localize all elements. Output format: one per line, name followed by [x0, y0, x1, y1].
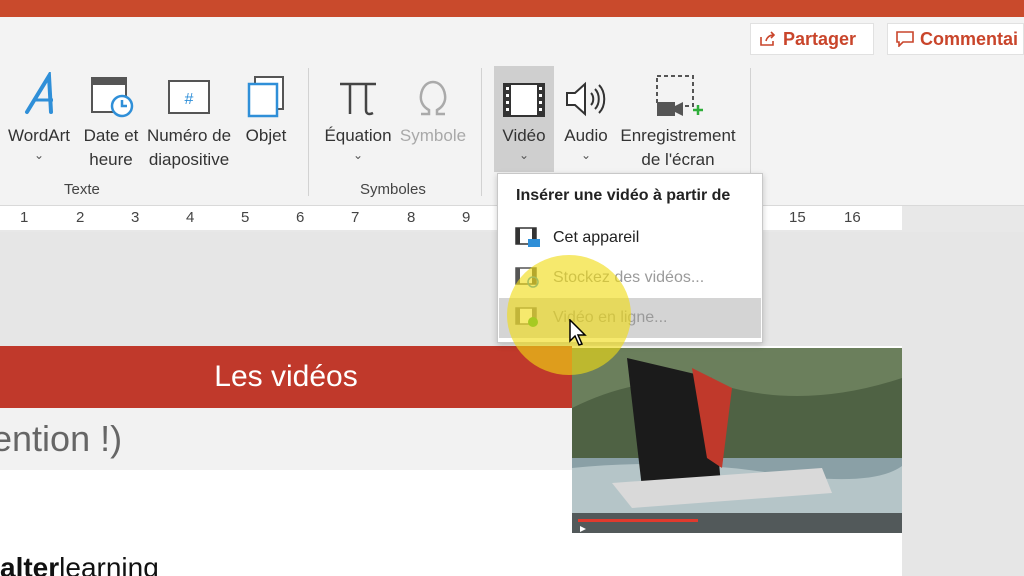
video-label: Vidéo [502, 126, 546, 145]
slide-number-label-1: Numéro de [146, 126, 232, 145]
group-separator [308, 68, 309, 196]
pi-icon [336, 68, 380, 118]
ruler-tick: 5 [241, 209, 250, 226]
calendar-clock-icon [88, 68, 134, 118]
ruler-tick: 4 [186, 209, 195, 226]
mouse-cursor-icon [569, 318, 589, 352]
horizontal-ruler: 1 2 3 4 5 6 7 8 9 15 16 [0, 206, 902, 230]
omega-icon [413, 68, 453, 118]
wordart-label: WordArt [7, 126, 71, 145]
object-label: Objet [245, 126, 287, 145]
ruler-tick: 8 [407, 209, 416, 226]
symbols-group-label: Symboles [360, 181, 426, 198]
ruler-tick: 1 [20, 209, 29, 226]
wordart-button[interactable]: WordArt ⌄ [0, 68, 78, 162]
date-time-label-1: Date et [83, 126, 139, 145]
ruler-tick: 9 [462, 209, 471, 226]
comments-label: Commentai [920, 28, 1019, 49]
screen-record-icon [653, 68, 703, 118]
ruler-tick: 6 [296, 209, 305, 226]
share-label: Partager [783, 28, 857, 49]
equation-label: Équation [324, 126, 392, 145]
dropdown-title: Insérer une vidéo à partir de [516, 187, 731, 204]
object-button[interactable]: Objet [240, 68, 292, 148]
wordart-icon [19, 68, 59, 118]
slide-subtitle: ention !) [0, 418, 123, 459]
svg-text:#: # [185, 91, 194, 108]
share-icon [759, 31, 777, 47]
ruler-tick: 16 [844, 209, 861, 226]
device-film-icon [515, 227, 541, 249]
watermark-bold: alter [0, 552, 60, 576]
text-group-label: Texte [64, 181, 100, 198]
share-button[interactable]: Partager [750, 23, 874, 55]
symbol-label: Symbole [399, 126, 467, 145]
film-icon [502, 68, 546, 118]
cursor-highlight [507, 255, 631, 375]
embedded-video-thumbnail[interactable] [572, 348, 902, 533]
video-button[interactable]: Vidéo ⌄ [494, 68, 554, 162]
screen-recording-label-2: de l'écran [641, 150, 715, 169]
object-icon [245, 68, 287, 118]
slide-title-bar[interactable]: Les vidéos [0, 346, 572, 408]
title-bar [0, 0, 1024, 17]
speaker-icon [564, 68, 608, 118]
date-time-button[interactable]: Date et heure [82, 68, 140, 172]
screen-recording-label-1: Enregistrement [620, 126, 736, 145]
watermark-logo: alterlearning [0, 552, 159, 576]
chevron-down-icon: ⌄ [33, 148, 45, 162]
this-device-label: Cet appareil [553, 229, 640, 246]
symbol-button[interactable]: Symbole [398, 68, 468, 148]
chevron-down-icon: ⌄ [580, 148, 592, 162]
screen-recording-button[interactable]: Enregistrement de l'écran [616, 68, 740, 172]
slide-number-label-2: diapositive [148, 150, 230, 169]
this-device-option[interactable]: Cet appareil [499, 218, 761, 258]
audio-button[interactable]: Audio ⌄ [560, 68, 612, 162]
date-time-label-2: heure [89, 150, 133, 169]
ruler-tick: 3 [131, 209, 140, 226]
equation-button[interactable]: Équation ⌄ [320, 68, 396, 162]
slide-number-icon: # [166, 68, 212, 118]
group-separator [481, 68, 482, 196]
chevron-down-icon: ⌄ [352, 148, 364, 162]
ruler-tick: 15 [789, 209, 806, 226]
slide-title: Les vidéos [214, 360, 358, 393]
comments-button[interactable]: Commentai [887, 23, 1024, 55]
ruler-tick: 2 [76, 209, 85, 226]
ruler-tick: 7 [351, 209, 360, 226]
audio-label: Audio [564, 126, 608, 145]
chevron-down-icon: ⌄ [518, 148, 530, 162]
slide-number-button[interactable]: # Numéro de diapositive [142, 68, 236, 172]
comment-icon [896, 31, 914, 47]
watermark-rest: learning [59, 552, 159, 576]
